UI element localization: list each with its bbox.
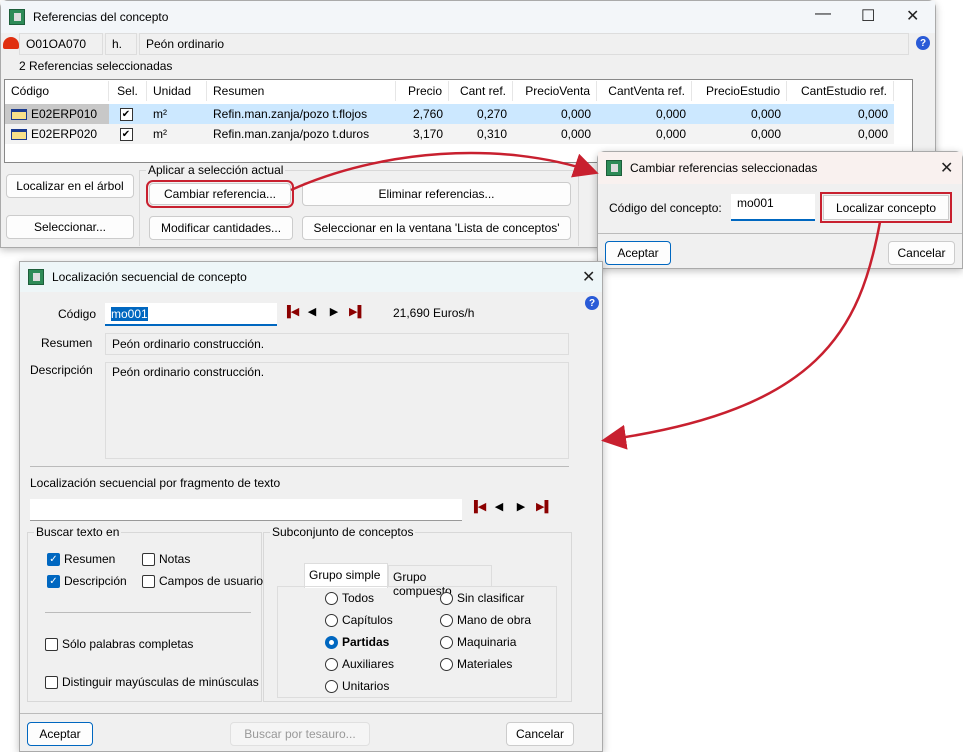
annotation-arrows <box>290 151 882 450</box>
arrow-to-change-dialog <box>290 151 599 192</box>
arrow-to-locate-dialog <box>601 221 882 450</box>
